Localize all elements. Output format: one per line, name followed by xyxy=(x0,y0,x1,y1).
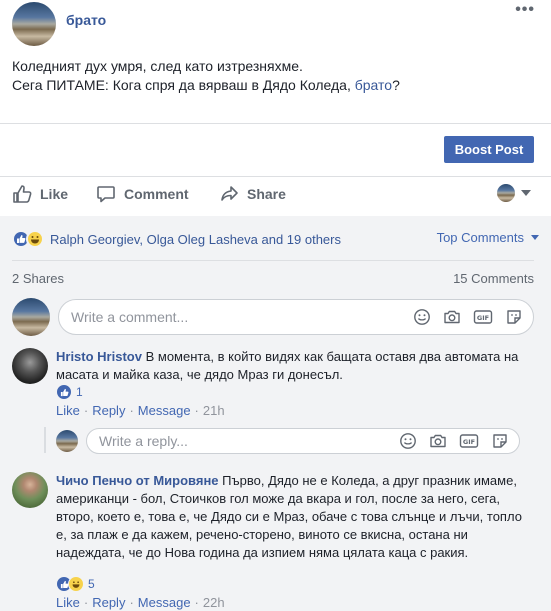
comment-message-link[interactable]: Message xyxy=(138,403,191,418)
action-bar: Like Comment Share xyxy=(0,178,551,212)
comment: Hristo Hristov В момента, в който видях … xyxy=(12,348,539,428)
comment-icon xyxy=(97,186,115,203)
post-text-line1: Коледният дух умря, след като изтрезняхм… xyxy=(12,58,303,74)
comment-sort-label: Top Comments xyxy=(436,230,524,245)
post-options-icon[interactable]: ••• xyxy=(515,2,535,18)
comment-reply-link[interactable]: Reply xyxy=(92,595,125,610)
comment-timestamp[interactable]: 21h xyxy=(203,403,225,418)
composer-icons: GIF xyxy=(413,300,523,334)
comment-body: Hristo Hristov В момента, в който видях … xyxy=(56,348,526,384)
author-name[interactable]: брато xyxy=(66,12,106,28)
gif-icon[interactable]: GIF xyxy=(459,432,479,450)
haha-reaction-icon xyxy=(68,576,84,592)
divider xyxy=(0,176,551,177)
svg-text:GIF: GIF xyxy=(477,314,489,322)
commenter-name[interactable]: Чичо Пенчо от Мировяне xyxy=(56,473,219,488)
comment-actions: Like · Reply · Message · 22h xyxy=(56,595,225,610)
page-avatar xyxy=(497,184,515,202)
comment-message-link[interactable]: Message xyxy=(138,595,191,610)
like-label: Like xyxy=(40,186,69,202)
post-text-line2-prefix: Сега ПИТАМЕ: Кога спря да вярваш в Дядо … xyxy=(12,77,355,93)
comment-reactions[interactable]: 5 xyxy=(56,576,95,592)
chevron-down-icon xyxy=(531,235,539,240)
divider xyxy=(12,260,534,261)
svg-text:GIF: GIF xyxy=(463,438,475,446)
audience-selector[interactable] xyxy=(497,184,531,202)
reply-composer: Write a reply... GIF xyxy=(56,428,520,454)
post-text-line2-suffix: ? xyxy=(392,77,400,93)
comment-label: Comment xyxy=(124,186,189,202)
reaction-count: 5 xyxy=(88,577,95,591)
commenter-avatar[interactable] xyxy=(12,348,48,384)
commenter-avatar[interactable] xyxy=(12,472,48,508)
share-icon xyxy=(221,186,238,201)
chevron-down-icon xyxy=(521,190,531,196)
comment-reply-link[interactable]: Reply xyxy=(92,403,125,418)
emoji-icon[interactable] xyxy=(413,308,431,326)
comment-sort-dropdown[interactable]: Top Comments xyxy=(437,230,539,245)
reaction-icons[interactable] xyxy=(12,230,44,248)
sticker-icon[interactable] xyxy=(491,432,509,450)
comment-button[interactable]: Comment xyxy=(96,184,189,204)
emoji-icon[interactable] xyxy=(399,432,417,450)
comments-count[interactable]: 15 Comments xyxy=(453,271,534,286)
comment-like-link[interactable]: Like xyxy=(56,595,80,610)
composer-icons: GIF xyxy=(399,429,509,453)
reactions-row: Ralph Georgiev, Olga Oleg Lasheva and 19… xyxy=(12,228,539,250)
comment-timestamp[interactable]: 22h xyxy=(203,595,225,610)
shares-count[interactable]: 2 Shares xyxy=(12,271,64,286)
camera-icon[interactable] xyxy=(429,432,447,450)
comment-like-link[interactable]: Like xyxy=(56,403,80,418)
reply-input[interactable]: Write a reply... GIF xyxy=(86,428,520,454)
share-button[interactable]: Share xyxy=(219,184,286,204)
reply-thread-line xyxy=(44,427,46,453)
post-header: брато ••• xyxy=(12,2,539,46)
share-label: Share xyxy=(247,186,286,202)
page-avatar xyxy=(56,430,78,452)
gif-icon[interactable]: GIF xyxy=(473,308,493,326)
stats-row: 2 Shares 15 Comments xyxy=(12,271,534,286)
author-avatar[interactable] xyxy=(12,2,56,46)
comment: Чичо Пенчо от Мировяне Първо, Дядо не е … xyxy=(12,472,539,611)
boost-post-button[interactable]: Boost Post xyxy=(444,136,534,163)
thumbs-up-icon xyxy=(13,185,32,203)
camera-icon[interactable] xyxy=(443,308,461,326)
comment-actions: Like · Reply · Message · 21h xyxy=(56,403,225,418)
post-text-line2: Сега ПИТАМЕ: Кога спря да вярваш в Дядо … xyxy=(12,76,532,95)
divider xyxy=(0,123,551,124)
reactors-summary[interactable]: Ralph Georgiev, Olga Oleg Lasheva and 19… xyxy=(50,232,341,247)
page-avatar xyxy=(12,298,50,336)
comment-placeholder: Write a comment... xyxy=(71,309,189,325)
sticker-icon[interactable] xyxy=(505,308,523,326)
haha-reaction-icon xyxy=(26,230,44,248)
comment-composer: Write a comment... GIF xyxy=(12,298,534,336)
commenter-name[interactable]: Hristo Hristov xyxy=(56,349,142,364)
reaction-count: 1 xyxy=(76,385,83,399)
reply-placeholder: Write a reply... xyxy=(99,433,188,449)
comment-reactions[interactable]: 1 xyxy=(56,384,83,400)
like-button[interactable]: Like xyxy=(12,184,68,204)
post-text: Коледният дух умря, след като изтрезняхм… xyxy=(12,57,532,95)
like-reaction-icon xyxy=(56,384,72,400)
comment-input[interactable]: Write a comment... GIF xyxy=(58,299,534,335)
comment-body: Чичо Пенчо от Мировяне Първо, Дядо не е … xyxy=(56,472,526,562)
page-mention-link[interactable]: брато xyxy=(355,77,392,93)
